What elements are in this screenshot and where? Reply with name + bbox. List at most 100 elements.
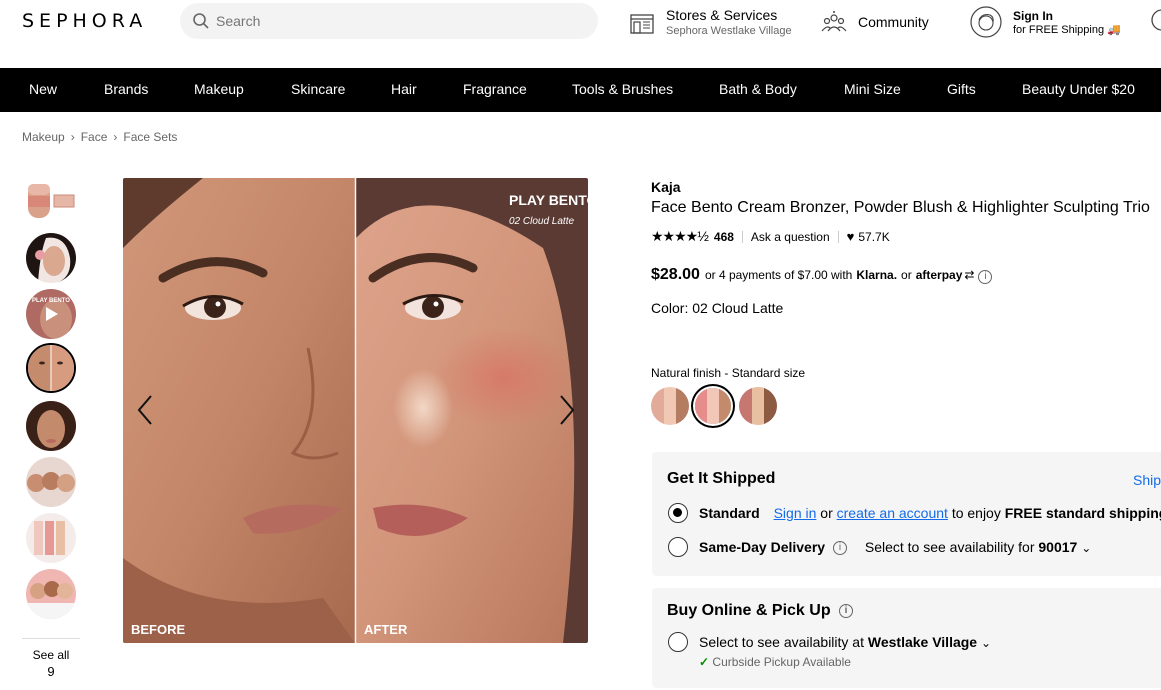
thumbnail-video-label: PLAY BENTO	[32, 298, 70, 304]
zip-code[interactable]: 90017	[1038, 539, 1077, 555]
divider	[741, 230, 743, 243]
or-text: or	[901, 268, 912, 282]
rating-row: ★★★★½ 468 Ask a question ♥ 57.7K	[651, 228, 890, 245]
avatar-icon	[970, 6, 1002, 38]
enjoy-text: to enjoy	[951, 505, 1001, 521]
nav-item-skincare[interactable]: Skincare	[291, 81, 345, 97]
pickup-title: Buy Online & Pick Up i	[667, 602, 854, 620]
category-nav: New Brands Makeup Skincare Hair Fragranc…	[0, 68, 1161, 112]
next-image-arrow[interactable]	[556, 393, 576, 427]
swatch-shade-03[interactable]	[739, 387, 777, 425]
afterpay-logo[interactable]: afterpay	[916, 268, 963, 282]
sephora-logo[interactable]: SEPHORA	[22, 10, 147, 32]
pickup-box: Buy Online & Pick Up i Select to see ava…	[652, 588, 1161, 688]
check-icon: ✓	[699, 655, 710, 669]
pickup-radio[interactable]	[668, 632, 688, 652]
site-header: SEPHORA Stores & Services Sephora Westla…	[0, 0, 1161, 68]
thumbnail-swatches[interactable]	[26, 513, 76, 563]
store-icon	[630, 14, 654, 34]
sign-in-link[interactable]: Sign In for FREE Shipping 🚚	[970, 4, 1121, 40]
pickup-store[interactable]: Westlake Village	[868, 634, 977, 650]
info-icon[interactable]: i	[978, 270, 993, 284]
installments-text: or 4 payments of $7.00 with	[704, 268, 853, 282]
pickup-select-text[interactable]: Select to see availability at	[699, 634, 864, 650]
see-all-button[interactable]: See all 9	[22, 638, 80, 679]
free-shipping-text: FREE standard shipping	[1004, 505, 1161, 521]
pickup-option: Select to see availability at Westlake V…	[699, 634, 991, 650]
same-day-label: Same-Day Delivery	[699, 539, 826, 555]
nav-item-brands[interactable]: Brands	[104, 81, 148, 97]
nav-item-tools-brushes[interactable]: Tools & Brushes	[572, 81, 673, 97]
brand-name[interactable]: Kaja	[651, 179, 681, 195]
breadcrumb-face[interactable]: Face	[81, 130, 108, 144]
nav-item-mini-size[interactable]: Mini Size	[844, 81, 901, 97]
sign-in-title: Sign In	[1013, 8, 1053, 23]
nav-item-makeup[interactable]: Makeup	[194, 81, 244, 97]
standard-option: Standard Sign in or create an account to…	[699, 505, 1161, 521]
thumbnail-models-3[interactable]	[26, 457, 76, 507]
nav-item-hair[interactable]: Hair	[391, 81, 417, 97]
nav-item-gifts[interactable]: Gifts	[947, 81, 976, 97]
before-label: BEFORE	[131, 622, 186, 637]
community-link[interactable]: Community	[821, 4, 929, 40]
shipping-title: Get It Shipped	[667, 470, 776, 487]
price: $28.00	[651, 266, 700, 283]
shipping-box: Get It Shipped Ship Standard Sign in or …	[652, 452, 1161, 576]
same-day-radio[interactable]	[668, 537, 688, 557]
loves-count: 57.7K	[858, 229, 890, 244]
search-icon	[193, 13, 209, 29]
community-icon	[821, 11, 847, 32]
info-icon[interactable]: i	[839, 603, 854, 618]
image-count: 9	[47, 664, 55, 679]
nav-item-bath-body[interactable]: Bath & Body	[719, 81, 797, 97]
swatch-shade-02-selected[interactable]	[695, 388, 731, 424]
sign-in-link-inline[interactable]: Sign in	[774, 505, 817, 521]
nav-item-new[interactable]: New	[29, 81, 57, 97]
ask-question-link[interactable]: Ask a question	[751, 230, 830, 244]
or-text: or	[820, 505, 833, 521]
info-icon[interactable]: i	[832, 541, 847, 556]
breadcrumb-separator: ›	[70, 130, 75, 144]
thumbnail-product[interactable]	[26, 176, 76, 226]
same-day-select-text[interactable]: Select to see availability for	[865, 539, 1035, 555]
nav-item-fragrance[interactable]: Fragrance	[463, 81, 527, 97]
after-label: AFTER	[364, 622, 408, 637]
search-bar[interactable]	[180, 3, 598, 39]
breadcrumb-makeup[interactable]: Makeup	[22, 130, 65, 144]
see-all-label: See all	[32, 648, 70, 662]
chevron-down-icon[interactable]: ⌄	[981, 636, 991, 650]
same-day-option: Same-Day Delivery i Select to see availa…	[699, 539, 1091, 556]
chevron-down-icon[interactable]: ⌄	[1081, 541, 1091, 555]
thumbnail-group[interactable]	[26, 569, 76, 619]
search-input[interactable]	[216, 3, 586, 39]
nav-item-beauty-under-20[interactable]: Beauty Under $20	[1022, 81, 1135, 97]
breadcrumb-face-sets[interactable]: Face Sets	[123, 130, 177, 144]
breadcrumb-separator: ›	[113, 130, 118, 144]
ship-link[interactable]: Ship	[1133, 472, 1161, 488]
heart-icon[interactable]: ♥	[847, 229, 855, 244]
divider	[837, 230, 839, 243]
thumbnail-before-after[interactable]	[26, 343, 76, 393]
standard-label: Standard	[699, 505, 760, 521]
curbside-row: ✓ Curbside Pickup Available	[699, 655, 851, 669]
curbside-text: Curbside Pickup Available	[712, 655, 851, 669]
color-label: Color: 02 Cloud Latte	[651, 300, 784, 316]
breadcrumb: Makeup › Face › Face Sets	[22, 130, 177, 144]
review-count[interactable]: 468	[714, 230, 734, 244]
thumbnail-video[interactable]: PLAY BENTO	[26, 289, 76, 339]
overlay-title: PLAY BENTO	[509, 192, 588, 208]
previous-image-arrow[interactable]	[136, 393, 156, 427]
klarna-logo[interactable]: Klarna.	[856, 268, 897, 282]
afterpay-icon: ⇄	[964, 268, 975, 282]
create-account-link[interactable]: create an account	[837, 505, 948, 521]
price-row: $28.00 or 4 payments of $7.00 with Klarn…	[651, 266, 993, 284]
thumbnail-model-1[interactable]	[26, 233, 76, 283]
stores-services-link[interactable]: Stores & Services Sephora Westlake Villa…	[629, 4, 792, 40]
standard-radio[interactable]	[668, 503, 688, 523]
swatch-shade-01[interactable]	[651, 387, 689, 425]
stores-subtitle: Sephora Westlake Village	[666, 25, 792, 37]
star-rating[interactable]: ★★★★½	[651, 228, 709, 245]
thumbnail-model-2[interactable]	[26, 401, 76, 451]
account-icon[interactable]	[1150, 8, 1161, 32]
main-product-image[interactable]: PLAY BENTO 02 Cloud Latte BEFORE AFTER	[123, 178, 588, 643]
